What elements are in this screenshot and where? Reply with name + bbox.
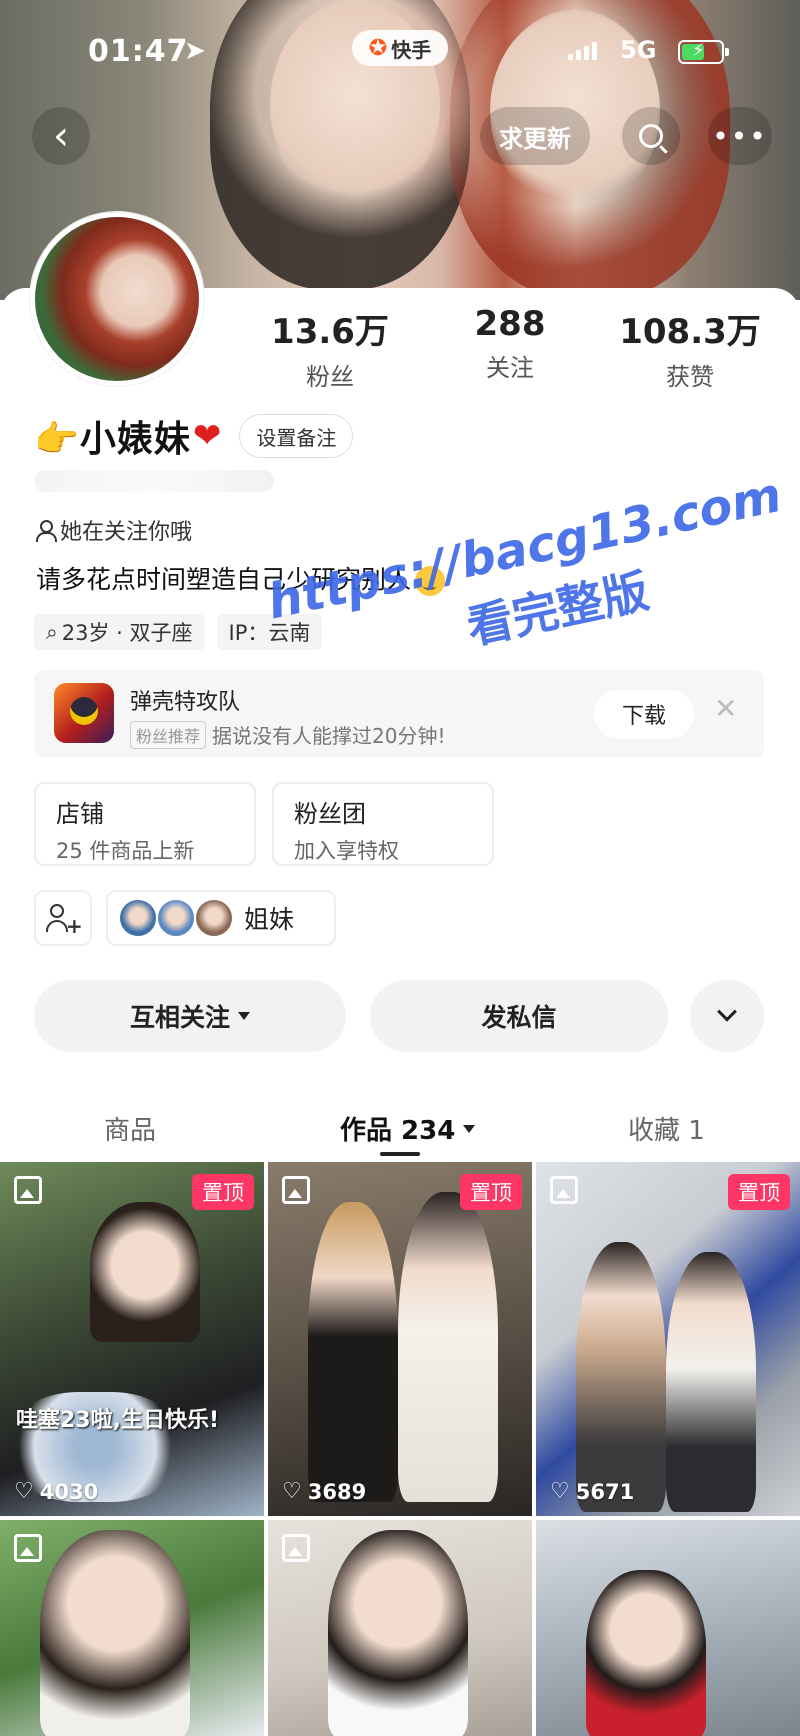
like-count-value: 3689 (307, 1479, 367, 1504)
profile-name: 👉小婊妹 (34, 419, 191, 460)
tab-goods[interactable]: 商品 (104, 1110, 156, 1147)
ad-title: 弹壳特攻队 (130, 690, 241, 715)
stat-label: 关注 (486, 354, 534, 382)
image-post-icon (14, 1534, 42, 1562)
tab-works[interactable]: 作品 234 (340, 1110, 476, 1147)
game-ad-card[interactable]: 弹壳特攻队 粉丝推荐 据说没有人能撑过20分钟! 下载 ✕ (34, 670, 764, 758)
search-button[interactable] (622, 107, 680, 165)
work-item[interactable] (0, 1520, 264, 1736)
stat-value: 108.3万 (619, 312, 761, 352)
chevron-left-icon: ‹ (53, 113, 69, 159)
ad-badge: 粉丝推荐 (130, 720, 207, 749)
close-icon[interactable]: ✕ (714, 692, 737, 725)
group-label: 姐妹 (244, 905, 295, 934)
more-dots-icon: ••• (712, 119, 768, 153)
caret-down-icon (238, 1012, 250, 1020)
mutual-follow-label: 互相关注 (129, 1003, 230, 1032)
location-arrow-icon: ➤ (184, 36, 206, 66)
works-grid: 置顶 哇塞23啦,生日快乐! ♡ 4030 置顶 ♡ 3689 置顶 ♡ 567… (0, 1162, 800, 1736)
download-button[interactable]: 下载 (594, 690, 694, 738)
group-avatar (118, 898, 158, 938)
stat-label: 获赞 (666, 363, 714, 391)
stat-value: 288 (474, 304, 546, 344)
status-time: 01:47 (88, 34, 189, 69)
caret-down-icon (463, 1124, 476, 1133)
work-item[interactable] (268, 1520, 532, 1736)
group-avatar (156, 898, 196, 938)
image-post-icon (282, 1534, 310, 1562)
more-button[interactable]: ••• (708, 107, 772, 165)
app-badge: ✪ 快手 (352, 30, 448, 66)
image-post-icon (550, 1176, 578, 1204)
magnifier-icon: ⌕ (46, 619, 58, 644)
game-app-icon (54, 683, 114, 743)
status-bar: 01:47 ➤ ✪ 快手 5G ⚡ (0, 30, 800, 80)
ad-subtitle: 据说没有人能撑过20分钟! (212, 724, 446, 748)
group-chip[interactable]: 姐妹 (106, 890, 336, 946)
work-item[interactable] (536, 1520, 800, 1736)
add-friend-button[interactable]: + (34, 890, 92, 946)
name-row: 👉小婊妹 ❤ 设置备注 (34, 410, 354, 462)
work-item[interactable]: 置顶 ♡ 3689 (268, 1162, 532, 1516)
network-type: 5G (620, 36, 657, 64)
like-count: ♡ 3689 (282, 1479, 366, 1504)
stat-followers[interactable]: 13.6万 粉丝 (240, 304, 420, 392)
like-count-value: 4030 (39, 1479, 99, 1504)
expand-button[interactable] (690, 980, 764, 1052)
chevron-down-icon (717, 1001, 737, 1022)
work-caption: 哇塞23啦,生日快乐! (16, 1408, 220, 1433)
follows-you-note: 她在关注你哦 (36, 514, 192, 546)
pinned-badge: 置顶 (460, 1174, 522, 1210)
follows-you-text: 她在关注你哦 (60, 520, 193, 545)
back-button[interactable]: ‹ (32, 107, 90, 165)
entry-subtitle: 25 件商品上新 (56, 839, 195, 863)
tab-underline (380, 1152, 420, 1156)
person-icon (36, 520, 57, 542)
request-update-button[interactable]: 求更新 (480, 107, 590, 165)
content-tabs: 商品 作品 234 收藏 1 (0, 1100, 800, 1160)
signal-icon (568, 40, 597, 60)
image-post-icon (14, 1176, 42, 1204)
tag-age[interactable]: ⌕ 23岁 · 双子座 (34, 614, 205, 650)
tab-works-label: 作品 234 (340, 1116, 456, 1146)
action-row: 互相关注 发私信 (34, 980, 764, 1052)
heart-outline-icon: ♡ (550, 1479, 570, 1504)
like-count: ♡ 4030 (14, 1479, 98, 1504)
add-person-icon (50, 904, 64, 918)
stat-following[interactable]: 288 关注 (420, 304, 600, 392)
stat-likes[interactable]: 108.3万 获赞 (600, 304, 780, 392)
stat-value: 13.6万 (271, 312, 389, 352)
group-avatar (194, 898, 234, 938)
entry-title: 店铺 (56, 800, 104, 828)
work-item[interactable]: 置顶 ♡ 5671 (536, 1162, 800, 1516)
pinned-badge: 置顶 (192, 1174, 254, 1210)
heart-outline-icon: ♡ (282, 1479, 302, 1504)
like-count-value: 5671 (575, 1479, 635, 1504)
battery-icon: ⚡ (678, 40, 729, 64)
app-name: 快手 (391, 37, 432, 62)
heart-icon: ❤ (192, 416, 222, 456)
ad-subtitle-row: 粉丝推荐 据说没有人能撑过20分钟! (130, 720, 445, 749)
search-icon (639, 124, 663, 148)
entry-title: 粉丝团 (294, 800, 366, 828)
send-message-button[interactable]: 发私信 (370, 980, 668, 1052)
stats-row: 13.6万 粉丝 288 关注 108.3万 获赞 (240, 304, 780, 392)
like-count: ♡ 5671 (550, 1479, 634, 1504)
tab-favorites[interactable]: 收藏 1 (628, 1110, 705, 1147)
stat-label: 粉丝 (306, 363, 354, 391)
blurred-line (34, 470, 274, 492)
kuaishou-logo-icon: ✪ (368, 35, 388, 61)
shop-entry[interactable]: 店铺 25 件商品上新 (34, 782, 256, 866)
avatar[interactable] (30, 212, 204, 386)
fan-club-entry[interactable]: 粉丝团 加入享特权 (272, 782, 494, 866)
set-remark-button[interactable]: 设置备注 (239, 414, 354, 458)
tag-age-text: 23岁 · 双子座 (61, 621, 193, 645)
heart-outline-icon: ♡ (14, 1479, 34, 1504)
pinned-badge: 置顶 (728, 1174, 790, 1210)
mutual-follow-button[interactable]: 互相关注 (34, 980, 346, 1052)
work-item[interactable]: 置顶 哇塞23啦,生日快乐! ♡ 4030 (0, 1162, 264, 1516)
image-post-icon (282, 1176, 310, 1204)
entry-subtitle: 加入享特权 (294, 839, 399, 863)
